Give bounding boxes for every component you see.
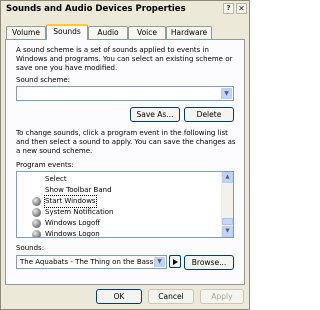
help-button[interactable]: ? [223,3,234,14]
sounds-label: Sounds: [16,244,45,252]
tab-hardware[interactable]: Hardware [166,26,212,39]
event-label: Show Toolbar Band [45,186,112,194]
event-label: Windows Logon [45,230,100,238]
list-item[interactable]: Windows Logon [17,229,222,238]
scheme-description: A sound scheme is a set of sounds applie… [16,46,233,72]
events-scrollbar[interactable]: ▲ ▼ [221,172,233,237]
event-label: System Notification [45,208,114,216]
list-item[interactable]: Show Toolbar Band [17,185,222,196]
scrollbar-thumb[interactable] [222,218,233,225]
program-events-label: Program events: [16,161,74,169]
sounds-dialog-window: Sounds and Audio Devices Properties ? ✕ … [0,0,250,310]
ok-button[interactable]: OK [96,289,142,304]
speaker-icon [32,208,41,217]
delete-button[interactable]: Delete [184,107,234,122]
chevron-down-icon[interactable]: ▼ [154,257,165,267]
save-as-button[interactable]: Save As... [130,107,180,122]
tab-audio[interactable]: Audio [88,26,128,39]
event-label: Select [45,175,67,183]
chevron-down-icon[interactable]: ▼ [221,88,232,99]
list-item[interactable]: Windows Logoff [17,218,222,229]
speaker-icon [32,197,41,206]
window-title: Sounds and Audio Devices Properties [6,4,186,14]
browse-button[interactable]: Browse... [184,255,234,270]
sounds-tab-panel: A sound scheme is a set of sounds applie… [5,39,245,285]
event-label: Windows Logoff [45,219,101,227]
tab-volume[interactable]: Volume [6,26,46,39]
cancel-button[interactable]: Cancel [148,289,194,304]
close-button[interactable]: ✕ [236,3,247,14]
sound-file-value: The Aquabats - The Thing on the Bass [20,258,154,266]
list-item[interactable]: Select [17,174,222,185]
sound-file-dropdown[interactable]: The Aquabats - The Thing on the Bass ▼ [16,255,167,269]
tab-voice[interactable]: Voice [128,26,166,39]
play-icon [173,259,178,265]
sound-scheme-dropdown[interactable]: ▼ [16,86,234,101]
event-label: Start Windows [44,195,97,208]
list-item[interactable]: Start Windows [17,195,222,208]
play-sound-button[interactable] [169,255,181,268]
speaker-icon [32,230,41,237]
chevron-down-icon[interactable]: ▼ [222,226,233,237]
tab-sounds[interactable]: Sounds [46,24,88,40]
chevron-up-icon[interactable]: ▲ [222,172,233,183]
program-events-list[interactable]: Select Show Toolbar Band Start Windows S… [16,171,234,238]
sound-scheme-label: Sound scheme: [16,76,70,84]
events-instructions: To change sounds, click a program event … [16,129,236,155]
speaker-icon [32,219,41,228]
apply-button[interactable]: Apply [200,289,244,304]
list-item[interactable]: System Notification [17,207,222,218]
title-bar[interactable]: Sounds and Audio Devices Properties ? ✕ [1,1,249,17]
